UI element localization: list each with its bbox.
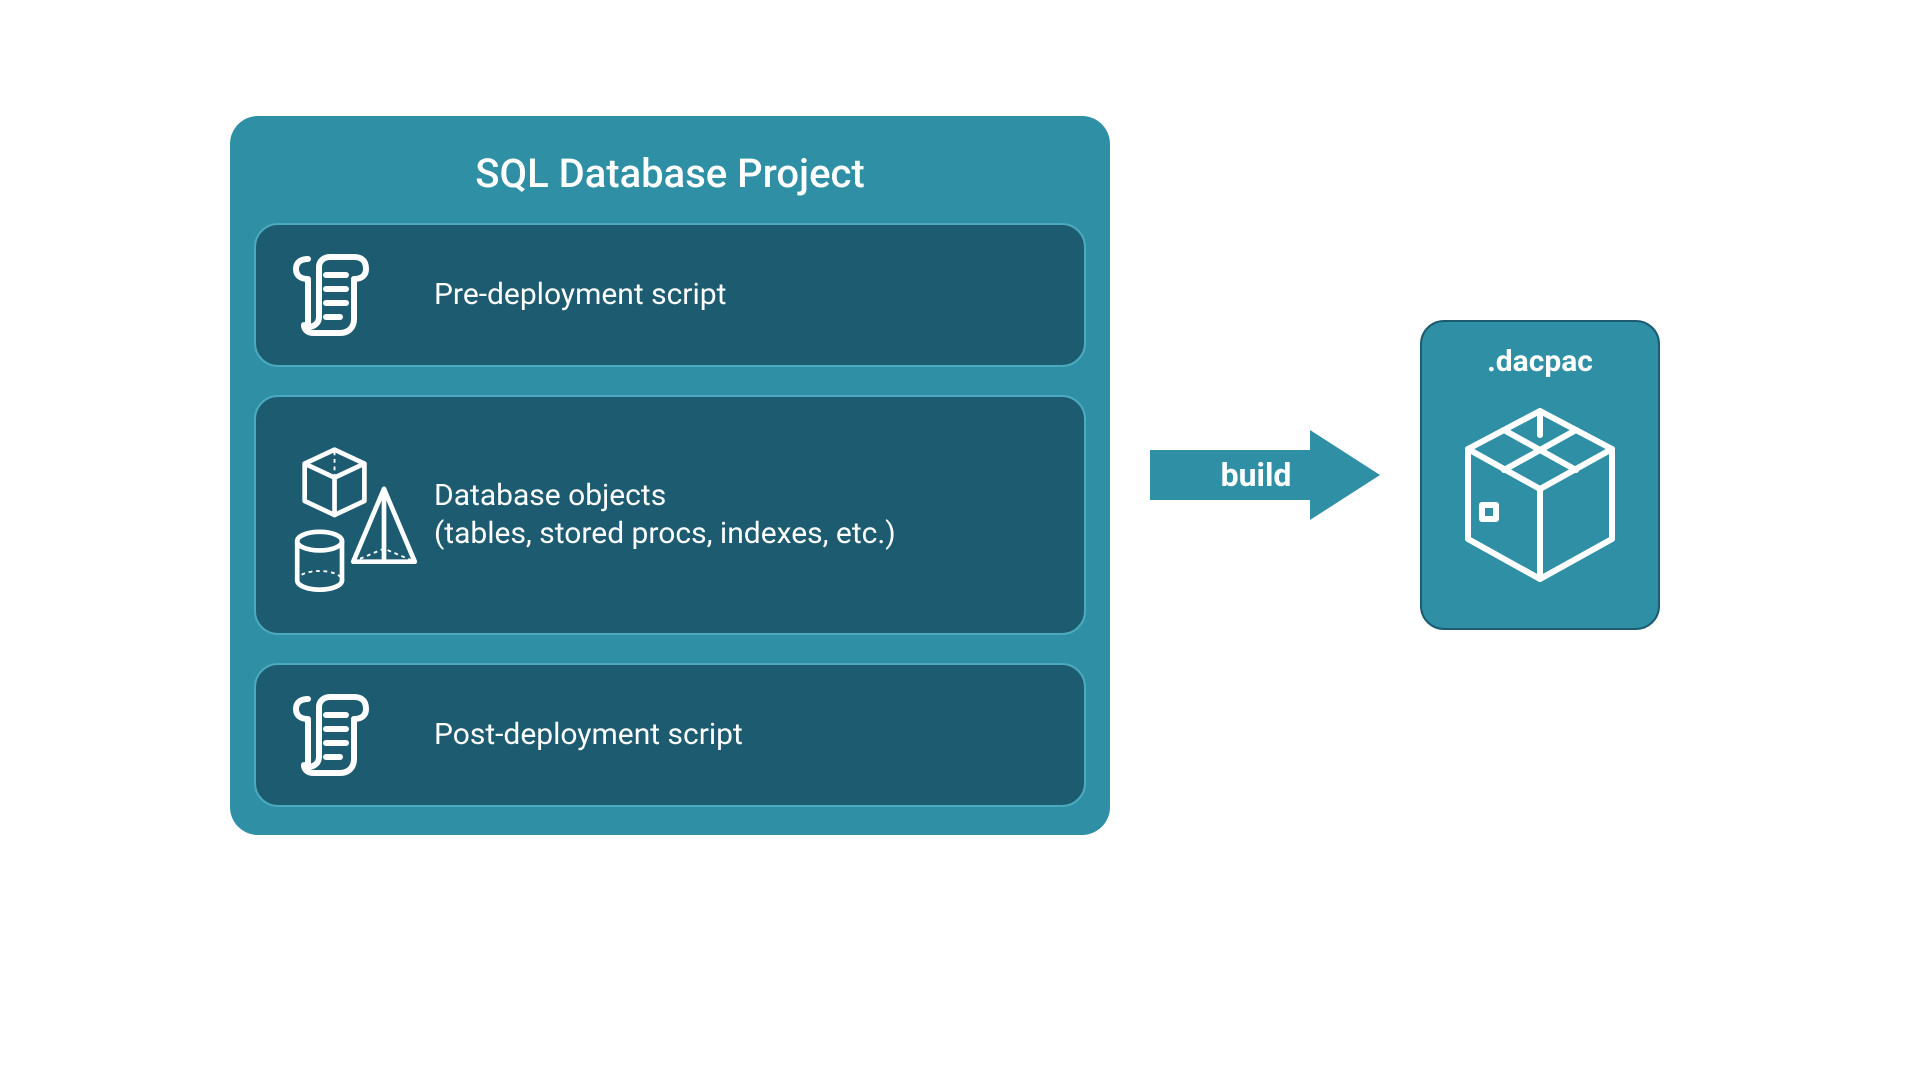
dacpac-output: .dacpac (1420, 320, 1660, 630)
db-objects-label: Database objects (434, 478, 666, 513)
pre-deployment-label: Pre-deployment script (434, 277, 726, 312)
database-objects-card: Database objects (tables, stored procs, … (254, 395, 1086, 635)
shapes-icon (286, 425, 426, 605)
package-icon (1450, 397, 1630, 597)
db-objects-sublabel: (tables, stored procs, indexes, etc.) (434, 516, 896, 551)
pre-deployment-card: Pre-deployment script (254, 223, 1086, 367)
script-icon (286, 245, 426, 345)
post-deployment-label: Post-deployment script (434, 717, 743, 752)
dacpac-title: .dacpac (1487, 344, 1593, 379)
sql-project-container: SQL Database Project Pre-deployment scri… (230, 116, 1110, 835)
project-title: SQL Database Project (254, 150, 1086, 197)
script-icon (286, 685, 426, 785)
build-arrow-label: build (1221, 456, 1292, 494)
post-deployment-card: Post-deployment script (254, 663, 1086, 807)
build-arrow: build (1150, 430, 1380, 520)
diagram-stage: SQL Database Project Pre-deployment scri… (230, 60, 1690, 890)
